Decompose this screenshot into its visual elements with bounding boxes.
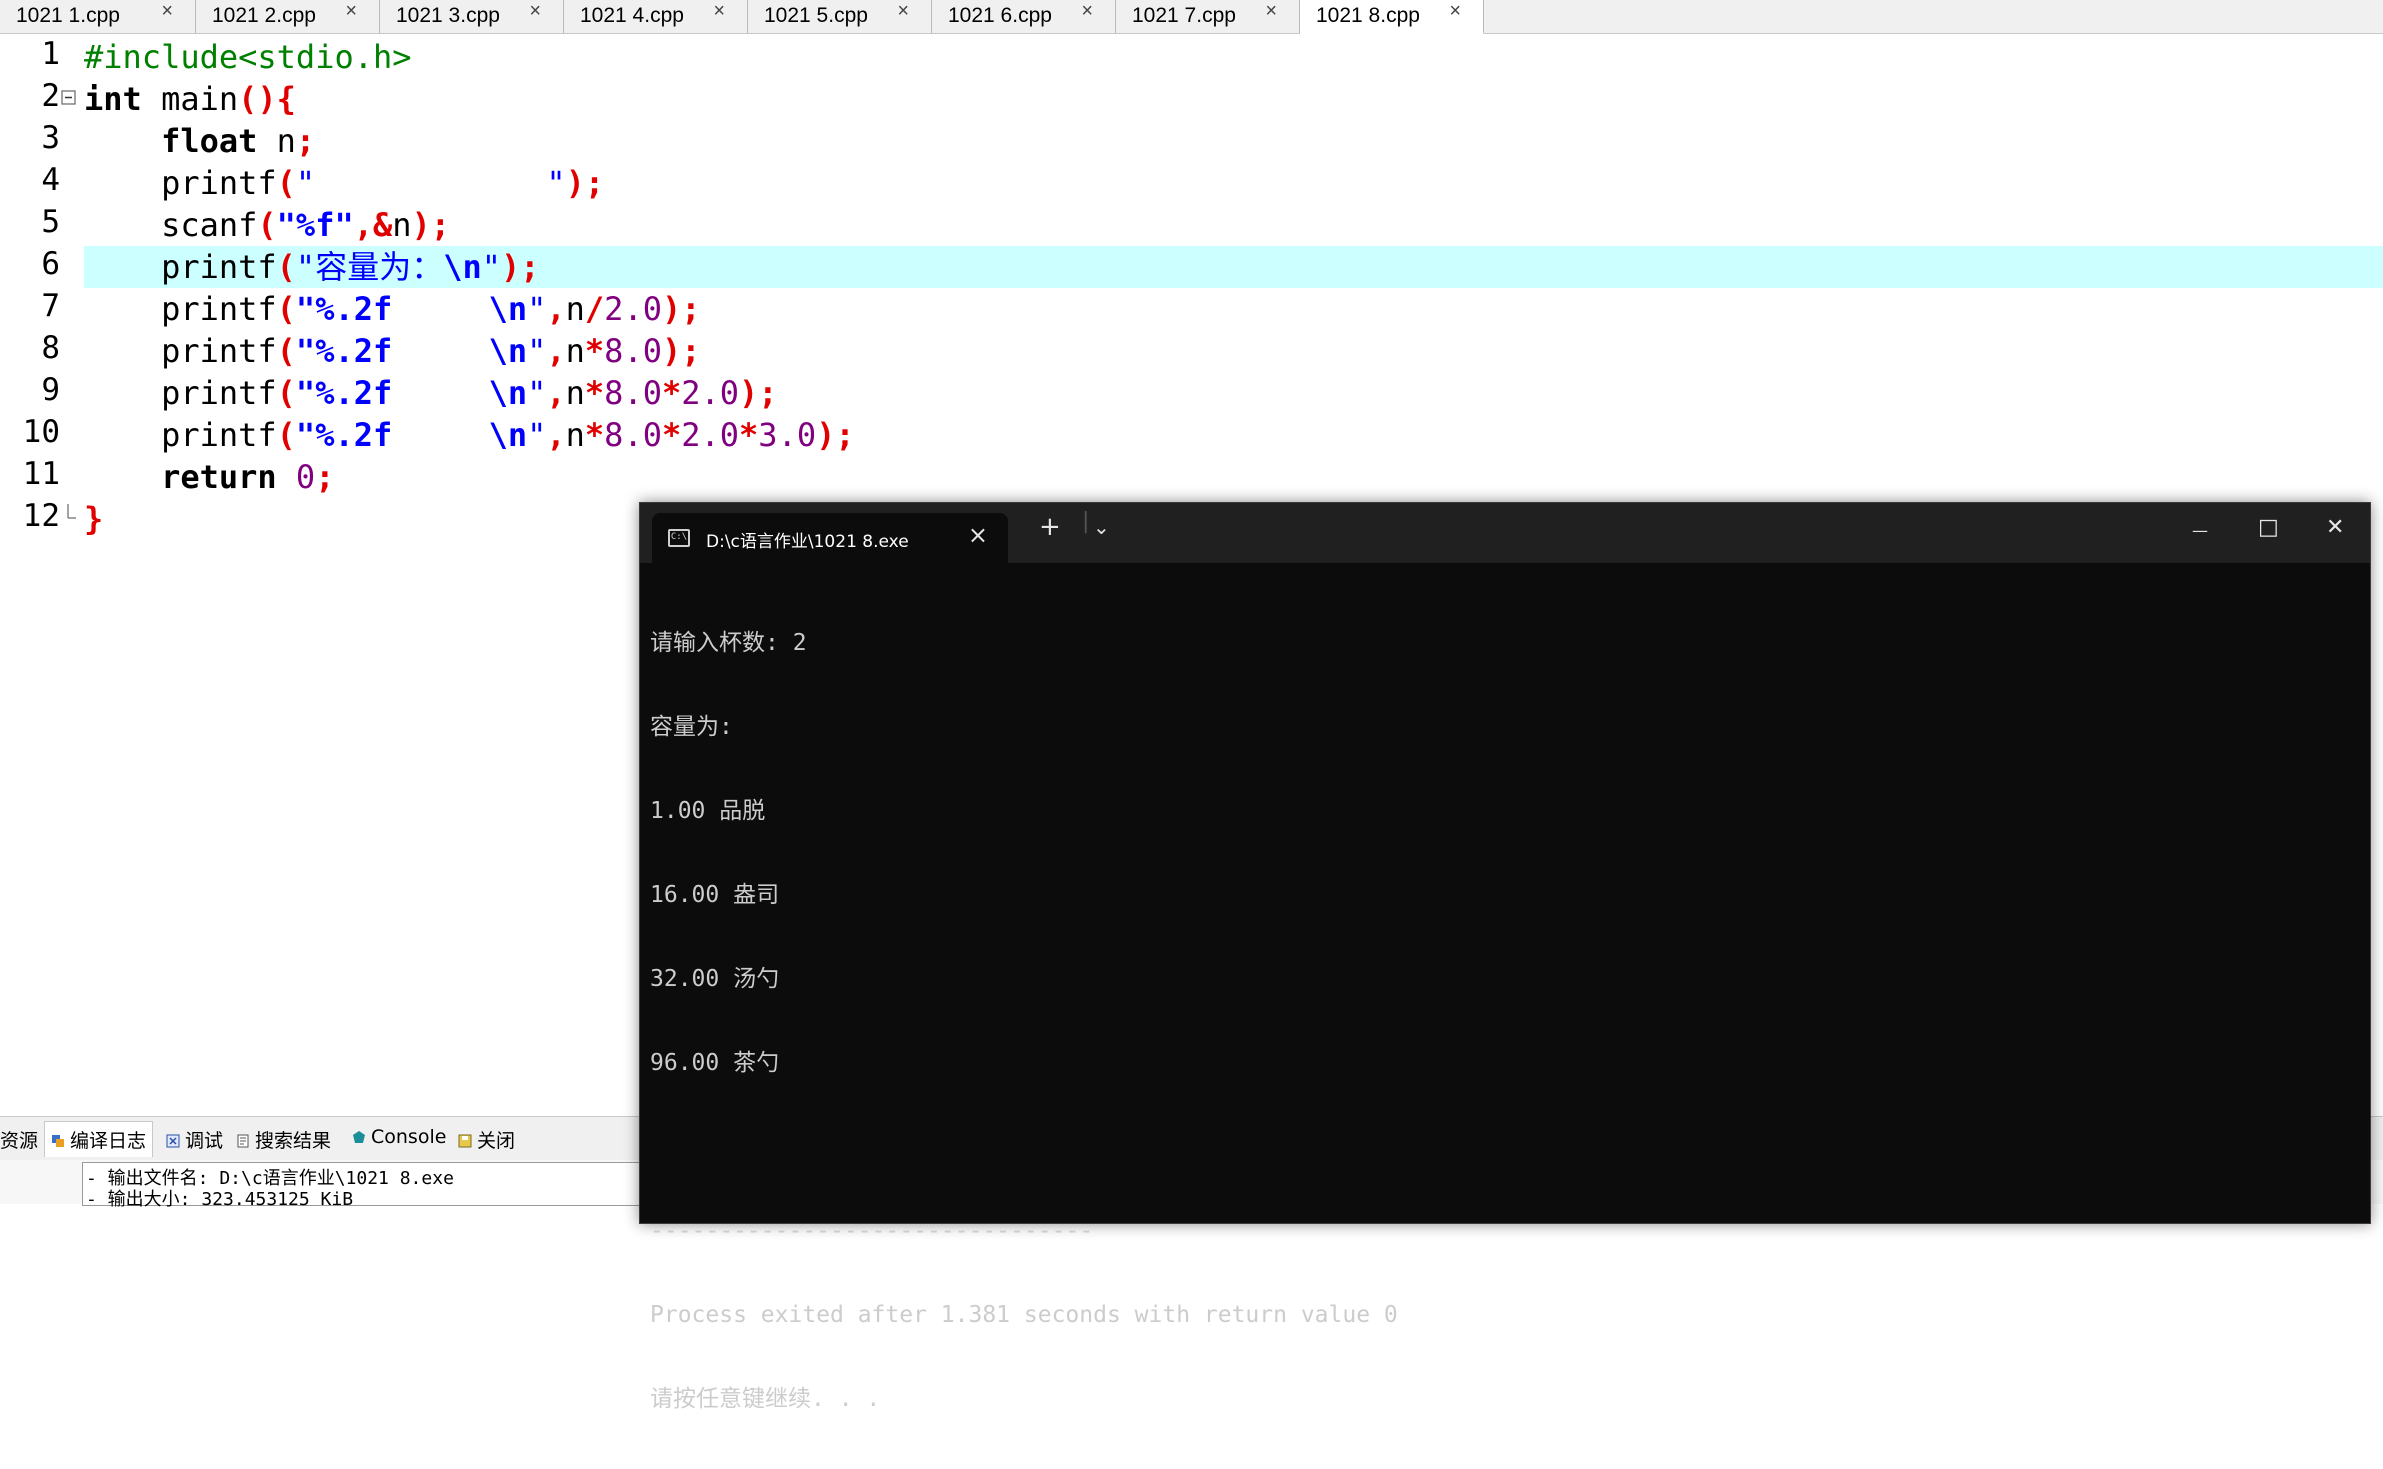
tab-label: 资源 bbox=[0, 1130, 39, 1152]
tab-debug[interactable]: 调试 bbox=[166, 1126, 223, 1153]
tab-label: 1021 5.cpp bbox=[764, 4, 868, 27]
tab-1021-1[interactable]: 1021 1.cpp × bbox=[0, 0, 196, 33]
tab-1021-3[interactable]: 1021 3.cpp × bbox=[380, 0, 564, 33]
tab-label: Console bbox=[371, 1126, 447, 1148]
tab-label: 关闭 bbox=[477, 1130, 516, 1152]
code-line: printf(" "); bbox=[84, 164, 605, 202]
line-number: 6 bbox=[41, 246, 60, 282]
log-line: - 输出大小: 323.453125 KiB bbox=[86, 1189, 354, 1210]
console-line: 32.00 汤勺 bbox=[650, 966, 780, 992]
tab-close-icon[interactable]: × bbox=[345, 0, 357, 23]
code-line: printf("%.2f \n",n*8.0*2.0); bbox=[84, 374, 778, 412]
debug-icon bbox=[166, 1134, 180, 1148]
new-tab-button[interactable]: + bbox=[1039, 512, 1061, 542]
console-line: 容量为: bbox=[650, 714, 733, 740]
tab-close-icon[interactable]: × bbox=[529, 0, 541, 23]
tab-close-icon[interactable]: × bbox=[161, 0, 173, 23]
console-titlebar[interactable]: C:\ D:\c语言作业\1021 8.exe × + | ⌄ — □ ✕ bbox=[640, 503, 2370, 563]
console-line: 96.00 茶勺 bbox=[650, 1050, 780, 1076]
tab-label: 1021 2.cpp bbox=[212, 4, 316, 27]
tab-resources[interactable]: 资源 bbox=[0, 1126, 38, 1153]
close-button[interactable]: ✕ bbox=[2326, 515, 2344, 540]
maximize-button[interactable]: □ bbox=[2258, 515, 2279, 540]
tab-1021-2[interactable]: 1021 2.cpp × bbox=[196, 0, 380, 33]
console-tab-title: D:\c语言作业\1021 8.exe bbox=[706, 532, 909, 552]
code-line: return 0; bbox=[161, 458, 335, 496]
terminal-icon: C:\ bbox=[668, 529, 690, 547]
tab-close-icon[interactable]: × bbox=[1081, 0, 1093, 23]
tab-close-icon[interactable]: × bbox=[1449, 0, 1461, 23]
console-icon bbox=[353, 1131, 365, 1143]
code-line: printf("%.2f \n",n*8.0); bbox=[84, 332, 701, 370]
tab-close-icon[interactable]: × bbox=[968, 521, 988, 549]
code-line: printf("%.2f \n",n/2.0); bbox=[84, 290, 701, 328]
divider: | bbox=[1082, 509, 1090, 534]
tab-close-icon[interactable]: × bbox=[1265, 0, 1277, 23]
tab-compile-log[interactable]: 编译日志 bbox=[44, 1121, 154, 1157]
code-line: scanf("%f",&n); bbox=[84, 206, 451, 244]
console-line: 请输入杯数: 2 bbox=[650, 630, 807, 656]
tab-close-icon[interactable]: × bbox=[713, 0, 725, 23]
console-window[interactable]: C:\ D:\c语言作业\1021 8.exe × + | ⌄ — □ ✕ 请输… bbox=[639, 502, 2371, 1412]
console-line: Process exited after 1.381 seconds with … bbox=[650, 1302, 1398, 1328]
file-tab-bar: 1021 1.cpp × 1021 2.cpp × 1021 3.cpp × 1… bbox=[0, 0, 2383, 34]
code-line: } bbox=[84, 500, 104, 538]
code-line: printf("容量为：\n"); bbox=[84, 248, 540, 286]
search-results-icon bbox=[237, 1134, 249, 1148]
tab-1021-7[interactable]: 1021 7.cpp × bbox=[1116, 0, 1300, 33]
fold-end-icon bbox=[67, 504, 76, 519]
console-output: 请输入杯数: 2 容量为: 1.00 品脱 16.00 盎司 32.00 汤勺 … bbox=[650, 573, 1398, 1469]
compile-log-icon bbox=[52, 1135, 64, 1147]
line-number: 11 bbox=[22, 456, 60, 492]
tab-console[interactable]: Console bbox=[352, 1126, 446, 1148]
console-line: 1.00 品脱 bbox=[650, 798, 766, 824]
tab-1021-8[interactable]: 1021 8.cpp × bbox=[1300, 0, 1484, 34]
tab-1021-6[interactable]: 1021 6.cpp × bbox=[932, 0, 1116, 33]
fold-collapse-icon[interactable] bbox=[61, 90, 77, 106]
tab-label: 1021 6.cpp bbox=[948, 4, 1052, 27]
console-line: -------------------------------- bbox=[650, 1218, 1094, 1244]
console-line: 请按任意键继续. . . bbox=[650, 1386, 881, 1412]
tab-label: 搜索结果 bbox=[255, 1130, 332, 1152]
tab-close-panel[interactable]: 关闭 bbox=[458, 1126, 515, 1153]
line-number: 2 bbox=[41, 78, 60, 114]
chevron-down-icon[interactable]: ⌄ bbox=[1093, 515, 1110, 539]
tab-label: 编译日志 bbox=[70, 1130, 147, 1152]
console-line: 16.00 盎司 bbox=[650, 882, 780, 908]
code-line: int main(){ bbox=[84, 80, 296, 118]
tab-1021-4[interactable]: 1021 4.cpp × bbox=[564, 0, 748, 33]
tab-search-results[interactable]: 搜索结果 bbox=[236, 1126, 331, 1153]
console-tab[interactable]: C:\ D:\c语言作业\1021 8.exe × bbox=[652, 513, 1008, 563]
code-line: printf("%.2f \n",n*8.0*2.0*3.0); bbox=[84, 416, 855, 454]
tab-label: 1021 4.cpp bbox=[580, 4, 684, 27]
line-number: 7 bbox=[41, 288, 60, 324]
minimize-button[interactable]: — bbox=[2192, 521, 2208, 540]
line-number: 3 bbox=[41, 120, 60, 156]
tab-label: 1021 7.cpp bbox=[1132, 4, 1236, 27]
tab-label: 1021 8.cpp bbox=[1316, 4, 1420, 27]
line-number: 4 bbox=[41, 162, 60, 198]
close-panel-icon bbox=[458, 1134, 472, 1148]
line-number: 8 bbox=[41, 330, 60, 366]
code-line: #include<stdio.h> bbox=[84, 38, 412, 76]
line-number: 9 bbox=[41, 372, 60, 408]
line-number: 10 bbox=[22, 414, 60, 450]
line-number: 5 bbox=[41, 204, 60, 240]
tab-close-icon[interactable]: × bbox=[897, 0, 909, 23]
line-number: 1 bbox=[41, 36, 60, 72]
tab-label: 1021 1.cpp bbox=[16, 4, 120, 27]
tab-label: 调试 bbox=[185, 1130, 224, 1152]
line-number: 12 bbox=[22, 498, 60, 534]
tab-1021-5[interactable]: 1021 5.cpp × bbox=[748, 0, 932, 33]
code-line: float n; bbox=[161, 122, 316, 160]
tab-label: 1021 3.cpp bbox=[396, 4, 500, 27]
